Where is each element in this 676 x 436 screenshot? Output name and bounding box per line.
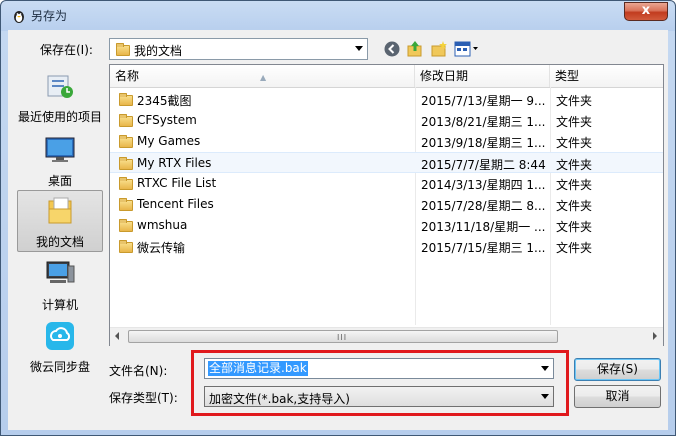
file-name: RTXC File List xyxy=(137,176,217,190)
window-title: 另存为 xyxy=(31,9,68,23)
save-in-dropdown[interactable]: 我的文档 xyxy=(109,38,368,60)
save-button[interactable]: 保存(S) xyxy=(574,358,661,381)
file-name: My RTX Files xyxy=(137,156,212,170)
list-header: 名称 ▲ 修改日期 类型 xyxy=(110,65,663,88)
file-date: 2015/7/13/星期一 9... xyxy=(421,94,546,108)
recent-items-icon xyxy=(47,75,73,98)
folder-icon xyxy=(119,157,133,170)
file-name: 2345截图 xyxy=(137,94,192,108)
save-in-label: 保存在(I): xyxy=(40,43,93,57)
place-label: 微云同步盘 xyxy=(29,360,90,374)
table-row[interactable]: CFSystem 2013/8/21/星期三 1... 文件夹 xyxy=(110,110,663,131)
file-name: Tencent Files xyxy=(137,197,214,211)
file-type: 文件夹 xyxy=(556,178,593,192)
penguin-app-icon xyxy=(14,11,24,23)
column-header-name[interactable]: 名称 ▲ xyxy=(110,65,415,87)
place-recent[interactable]: 最近使用的项目 xyxy=(17,66,103,128)
folder-icon xyxy=(116,43,130,56)
close-button[interactable]: x xyxy=(624,2,668,21)
computer-icon xyxy=(46,261,75,283)
file-name: My Games xyxy=(137,134,201,148)
weiyun-icon xyxy=(46,322,74,350)
place-label: 我的文档 xyxy=(35,235,84,249)
file-name: 微云传输 xyxy=(137,241,186,255)
folder-icon xyxy=(119,135,133,148)
places-bar: 最近使用的项目 桌面 我的文档 计算机 微云同步盘 xyxy=(14,64,104,404)
file-name: CFSystem xyxy=(137,113,197,127)
highlight-box xyxy=(191,350,569,416)
place-desktop[interactable]: 桌面 xyxy=(17,130,103,192)
scroll-left-icon[interactable] xyxy=(115,332,119,340)
new-folder-icon[interactable] xyxy=(430,40,448,58)
file-date: 2015/7/28/星期二 8... xyxy=(421,199,546,213)
folder-icon xyxy=(119,240,133,253)
place-computer[interactable]: 计算机 xyxy=(17,254,103,316)
view-menu-icon[interactable] xyxy=(454,40,480,58)
file-date: 2013/8/21/星期三 1... xyxy=(421,115,546,129)
documents-icon xyxy=(48,197,72,224)
save-in-value: 我的文档 xyxy=(134,44,183,58)
filetype-label: 保存类型(T): xyxy=(109,391,178,405)
folder-icon xyxy=(119,93,133,106)
chevron-down-icon xyxy=(355,46,363,51)
file-type: 文件夹 xyxy=(556,115,593,129)
table-row[interactable]: RTXC File List 2014/3/13/星期四 1... 文件夹 xyxy=(110,173,663,194)
place-label: 计算机 xyxy=(41,298,78,312)
place-documents[interactable]: 我的文档 xyxy=(17,190,103,252)
folder-icon xyxy=(119,114,133,127)
column-header-date[interactable]: 修改日期 xyxy=(415,65,550,87)
file-date: 2014/3/13/星期四 1... xyxy=(421,178,546,192)
scroll-grip: III xyxy=(337,333,348,342)
table-row[interactable]: 2345截图 2015/7/13/星期一 9... 文件夹 xyxy=(110,89,663,110)
folder-icon xyxy=(119,219,133,232)
save-as-dialog: 另存为 x 保存在(I): 我的文档 最近使用的项目 桌面 我的文档 计算机 微… xyxy=(0,0,676,436)
place-label: 最近使用的项目 xyxy=(17,110,102,124)
file-date: 2015/7/15/星期三 1... xyxy=(421,241,546,255)
file-type: 文件夹 xyxy=(556,241,593,255)
file-date: 2015/7/7/星期二 8:44 xyxy=(421,158,546,172)
table-row[interactable]: My RTX Files 2015/7/7/星期二 8:44 文件夹 xyxy=(110,152,663,173)
file-type: 文件夹 xyxy=(556,94,593,108)
table-row[interactable]: wmshua 2013/11/18/星期一 ... 文件夹 xyxy=(110,215,663,236)
file-date: 2013/9/18/星期三 1... xyxy=(421,136,546,150)
place-weiyun[interactable]: 微云同步盘 xyxy=(17,316,103,378)
place-label: 桌面 xyxy=(47,174,72,188)
file-type: 文件夹 xyxy=(556,220,593,234)
close-icon: x xyxy=(641,3,651,18)
back-icon[interactable] xyxy=(383,40,401,58)
table-row[interactable]: 微云传输 2015/7/15/星期三 1... 文件夹 xyxy=(110,236,663,257)
folder-icon xyxy=(119,198,133,211)
scrollbar-thumb[interactable]: III xyxy=(128,330,558,343)
table-row[interactable]: My Games 2013/9/18/星期三 1... 文件夹 xyxy=(110,131,663,152)
filename-label: 文件名(N): xyxy=(109,364,168,378)
table-row[interactable]: Tencent Files 2015/7/28/星期二 8... 文件夹 xyxy=(110,194,663,215)
file-type: 文件夹 xyxy=(556,136,593,150)
title-bar[interactable]: 另存为 x xyxy=(1,1,675,29)
file-date: 2013/11/18/星期一 ... xyxy=(421,220,546,234)
up-folder-icon[interactable] xyxy=(406,40,424,58)
file-type: 文件夹 xyxy=(556,199,593,213)
cancel-button[interactable]: 取消 xyxy=(574,385,661,408)
desktop-icon xyxy=(45,137,75,162)
horizontal-scrollbar[interactable]: III xyxy=(110,327,663,346)
file-type: 文件夹 xyxy=(556,158,593,172)
file-name: wmshua xyxy=(137,218,188,232)
column-header-type[interactable]: 类型 xyxy=(550,65,663,87)
folder-icon xyxy=(119,177,133,190)
scroll-right-icon[interactable] xyxy=(653,332,657,340)
file-list[interactable]: 名称 ▲ 修改日期 类型 2345截图 2015/7/13/星期一 9... 文件夹 C… xyxy=(109,64,664,346)
dialog-body: 保存在(I): 我的文档 最近使用的项目 桌面 我的文档 计算机 微云同步盘 名… xyxy=(8,30,668,430)
sort-up-icon: ▲ xyxy=(260,73,267,82)
